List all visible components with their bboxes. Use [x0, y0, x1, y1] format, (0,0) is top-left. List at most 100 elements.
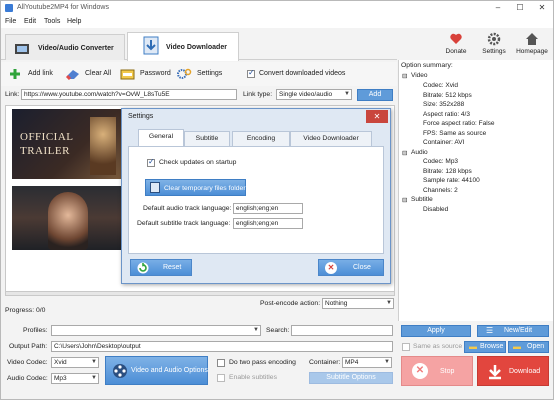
tree-item: Codec: Xvid: [423, 82, 459, 89]
tree-node-video[interactable]: Video: [411, 72, 428, 79]
dialog-close-button[interactable]: ✕ Close: [318, 259, 384, 276]
maximize-button[interactable]: ☐: [509, 1, 531, 15]
video-audio-options-button[interactable]: Video and Audio Options: [105, 356, 208, 385]
audio-codec-select[interactable]: Mp3 ▼: [51, 373, 99, 384]
plus-icon: [10, 69, 20, 79]
menu-tools[interactable]: Tools: [44, 18, 60, 25]
main-tab-bar: Video/Audio Converter Video Downloader: [1, 28, 397, 61]
thumbnail-caption: TRAILER: [20, 145, 70, 157]
homepage-button[interactable]: Homepage: [512, 31, 552, 57]
enable-subtitles-checkbox[interactable]: [217, 374, 225, 382]
video-thumbnail-1[interactable]: OFFICIAL TRAILER: [12, 109, 122, 179]
reset-button[interactable]: Reset: [130, 259, 192, 276]
same-as-source-checkbox[interactable]: [402, 343, 410, 351]
settings-toolbar-button[interactable]: Settings: [177, 66, 227, 82]
close-icon: ✕: [325, 262, 337, 274]
link-url-input[interactable]: https://www.youtube.com/watch?v=OvW_L8sT…: [21, 89, 237, 100]
search-label: Search:: [266, 327, 290, 334]
password-button[interactable]: Password: [120, 66, 172, 82]
output-path-input[interactable]: C:\Users\John\Desktop\output: [51, 341, 393, 352]
tree-item: Force aspect ratio: False: [423, 120, 495, 127]
audio-lang-label: Default audio track language:: [143, 205, 232, 212]
dialog-tab-subtitle[interactable]: Subtitle: [184, 131, 230, 146]
app-logo-icon: [5, 4, 13, 12]
search-input[interactable]: [291, 325, 393, 336]
post-encode-select[interactable]: Nothing ▼: [322, 298, 394, 309]
tree-expander-icon[interactable]: ⊟: [402, 72, 407, 80]
password-label: Password: [140, 70, 171, 77]
convert-downloaded-checkbox[interactable]: [247, 68, 255, 78]
subtitle-options-button[interactable]: Subtitle Options: [309, 372, 393, 384]
download-label: Download: [509, 368, 541, 375]
minimize-button[interactable]: –: [487, 1, 509, 15]
convert-downloaded-toggle[interactable]: Convert downloaded videos: [247, 66, 357, 82]
tree-item: Size: 352x288: [423, 101, 465, 108]
open-button[interactable]: ▬ Open: [508, 341, 549, 353]
tree-item: Bitrate: 128 kbps: [423, 167, 472, 175]
apply-button[interactable]: Apply: [401, 325, 471, 337]
subtitle-lang-input[interactable]: english;eng;en: [233, 218, 303, 229]
subtitle-lang-label: Default subtitle track language:: [137, 220, 231, 227]
add-link-submit-button[interactable]: Add: [357, 89, 393, 101]
chevron-down-icon: ▼: [91, 375, 97, 381]
reset-icon: [137, 262, 149, 274]
check-updates-checkbox[interactable]: [147, 157, 155, 167]
download-button[interactable]: Download: [477, 356, 549, 386]
tree-node-audio[interactable]: Audio: [411, 149, 428, 156]
close-window-button[interactable]: ✕: [531, 1, 553, 15]
menu-edit[interactable]: Edit: [24, 18, 36, 25]
browse-label: Browse: [480, 343, 504, 350]
add-link-button[interactable]: Add link: [9, 66, 59, 82]
tab-video-audio-converter[interactable]: Video/Audio Converter: [5, 34, 125, 60]
two-pass-checkbox[interactable]: [217, 359, 225, 367]
audio-codec-value: Mp3: [54, 375, 67, 382]
dialog-tab-video-downloader[interactable]: Video Downloader: [290, 131, 372, 146]
link-label: Link:: [5, 91, 20, 98]
clear-temp-button[interactable]: Clear temporary files folder: [145, 179, 246, 196]
new-edit-button[interactable]: ☰ New/Edit: [477, 325, 549, 337]
dialog-tab-general[interactable]: General: [138, 129, 184, 147]
tab-label: Video/Audio Converter: [38, 45, 114, 52]
menu-file[interactable]: File: [5, 18, 16, 25]
same-as-source-label: Same as source: [413, 343, 463, 350]
settings-top-button[interactable]: Settings: [474, 31, 514, 57]
audio-lang-input[interactable]: english;eng;en: [233, 203, 303, 214]
stop-button[interactable]: ✕ Stop: [401, 356, 473, 386]
menu-help[interactable]: Help: [67, 18, 81, 25]
chevron-down-icon: ▼: [253, 327, 259, 333]
chevron-down-icon: ▼: [384, 359, 390, 365]
dialog-close-icon[interactable]: ✕: [366, 110, 388, 123]
donate-button[interactable]: Donate: [436, 31, 476, 57]
profiles-select[interactable]: ▼: [51, 325, 261, 336]
video-codec-select[interactable]: Xvid ▼: [51, 357, 99, 368]
tree-node-subtitle[interactable]: Subtitle: [411, 196, 433, 203]
browse-button[interactable]: ▬ Browse: [464, 341, 506, 353]
download-video-icon: [143, 36, 159, 55]
home-icon: [526, 33, 538, 45]
tree-expander-icon[interactable]: ⊟: [402, 196, 407, 204]
bottom-options: Profiles: ▼ Search: Output Path: C:\User…: [1, 321, 553, 399]
list-edit-icon: ☰: [486, 326, 494, 335]
container-label: Container:: [309, 359, 341, 366]
new-edit-label: New/Edit: [504, 327, 533, 334]
settings-top-label: Settings: [482, 48, 506, 55]
clear-temp-label: Clear temporary files folder: [164, 185, 246, 192]
clear-all-button[interactable]: Clear All: [65, 66, 115, 82]
tree-item: Codec: Mp3: [423, 158, 459, 165]
menu-bar: File Edit Tools Help: [1, 15, 553, 28]
dialog-title: Settings: [128, 113, 154, 120]
tree-item: Channels: 2: [423, 186, 458, 194]
option-summary-title: Option summary:: [401, 62, 453, 69]
container-select[interactable]: MP4 ▼: [342, 357, 392, 368]
app-window: AllYoutube2MP4 for Windows – ☐ ✕ File Ed…: [0, 0, 554, 400]
output-path-label: Output Path:: [9, 343, 48, 350]
tree-expander-icon[interactable]: ⊟: [402, 149, 407, 157]
open-folder-icon: ▬: [513, 342, 521, 351]
homepage-label: Homepage: [516, 48, 548, 55]
link-type-select[interactable]: Single video/audio ▼: [276, 89, 352, 100]
dialog-tab-encoding[interactable]: Encoding: [232, 131, 290, 146]
tab-video-downloader[interactable]: Video Downloader: [127, 32, 239, 61]
tree-item: Aspect ratio: 4/3: [423, 110, 470, 118]
chevron-down-icon: ▼: [386, 300, 392, 306]
video-thumbnail-2[interactable]: [12, 186, 122, 250]
